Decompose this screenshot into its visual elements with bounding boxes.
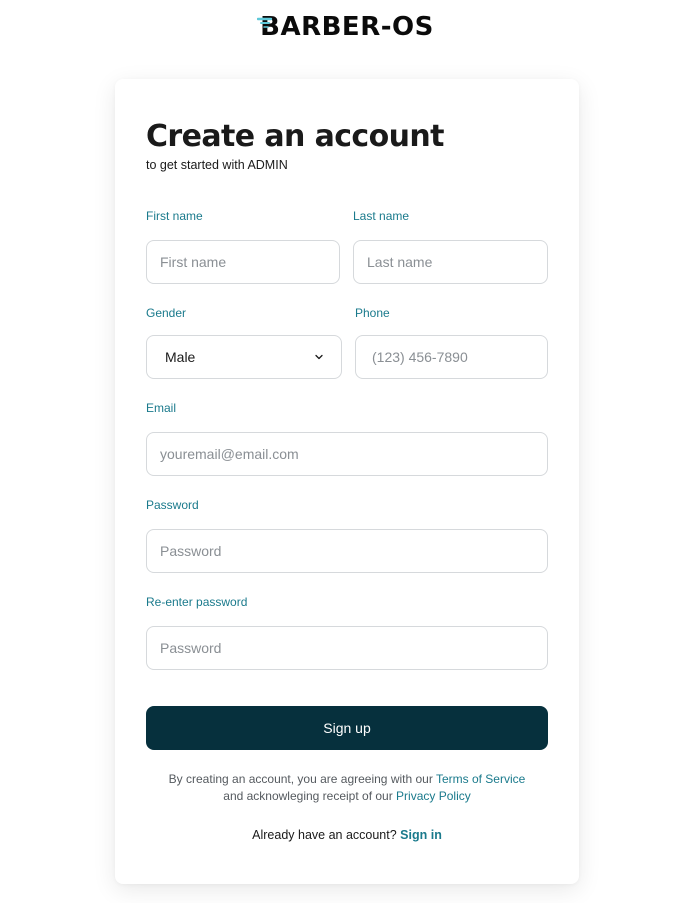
legal-text-line1: By creating an account, you are agreeing… xyxy=(168,772,436,786)
email-label: Email xyxy=(146,401,177,415)
scissors-swoosh-icon xyxy=(257,17,273,28)
brand-name: BARBER-OS xyxy=(260,12,434,42)
signup-card: Create an account to get started with AD… xyxy=(115,79,579,884)
password-input[interactable] xyxy=(146,529,548,573)
signin-prompt-row: Already have an account? Sign in xyxy=(115,828,579,842)
legal-notice: By creating an account, you are agreeing… xyxy=(115,771,579,804)
gender-select[interactable]: Male xyxy=(146,335,342,379)
gender-label: Gender xyxy=(146,306,187,320)
last-name-label: Last name xyxy=(353,209,410,223)
legal-text-line2: and acknowleging receipt of our xyxy=(223,788,397,803)
chevron-down-icon xyxy=(315,354,323,360)
first-name-label: First name xyxy=(146,209,203,223)
email-input[interactable] xyxy=(146,432,548,476)
sign-up-button[interactable]: Sign up xyxy=(146,706,548,750)
phone-input[interactable] xyxy=(355,335,548,379)
gender-selected-value: Male xyxy=(165,349,196,365)
first-name-input[interactable] xyxy=(146,240,340,284)
signin-prompt: Already have an account? xyxy=(252,828,401,842)
brand-logo: BARBER-OS xyxy=(0,12,694,42)
terms-of-service-link[interactable]: Terms of Service xyxy=(436,772,525,786)
last-name-input[interactable] xyxy=(353,240,548,284)
sign-in-link[interactable]: Sign in xyxy=(400,828,442,842)
page-title: Create an account xyxy=(146,119,444,154)
confirm-password-label: Re-enter password xyxy=(146,595,248,609)
password-label: Password xyxy=(146,498,199,512)
phone-label: Phone xyxy=(355,306,390,320)
confirm-password-input[interactable] xyxy=(146,626,548,670)
page-subtitle: to get started with ADMIN xyxy=(146,158,288,172)
privacy-policy-link[interactable]: Privacy Policy xyxy=(396,789,471,803)
